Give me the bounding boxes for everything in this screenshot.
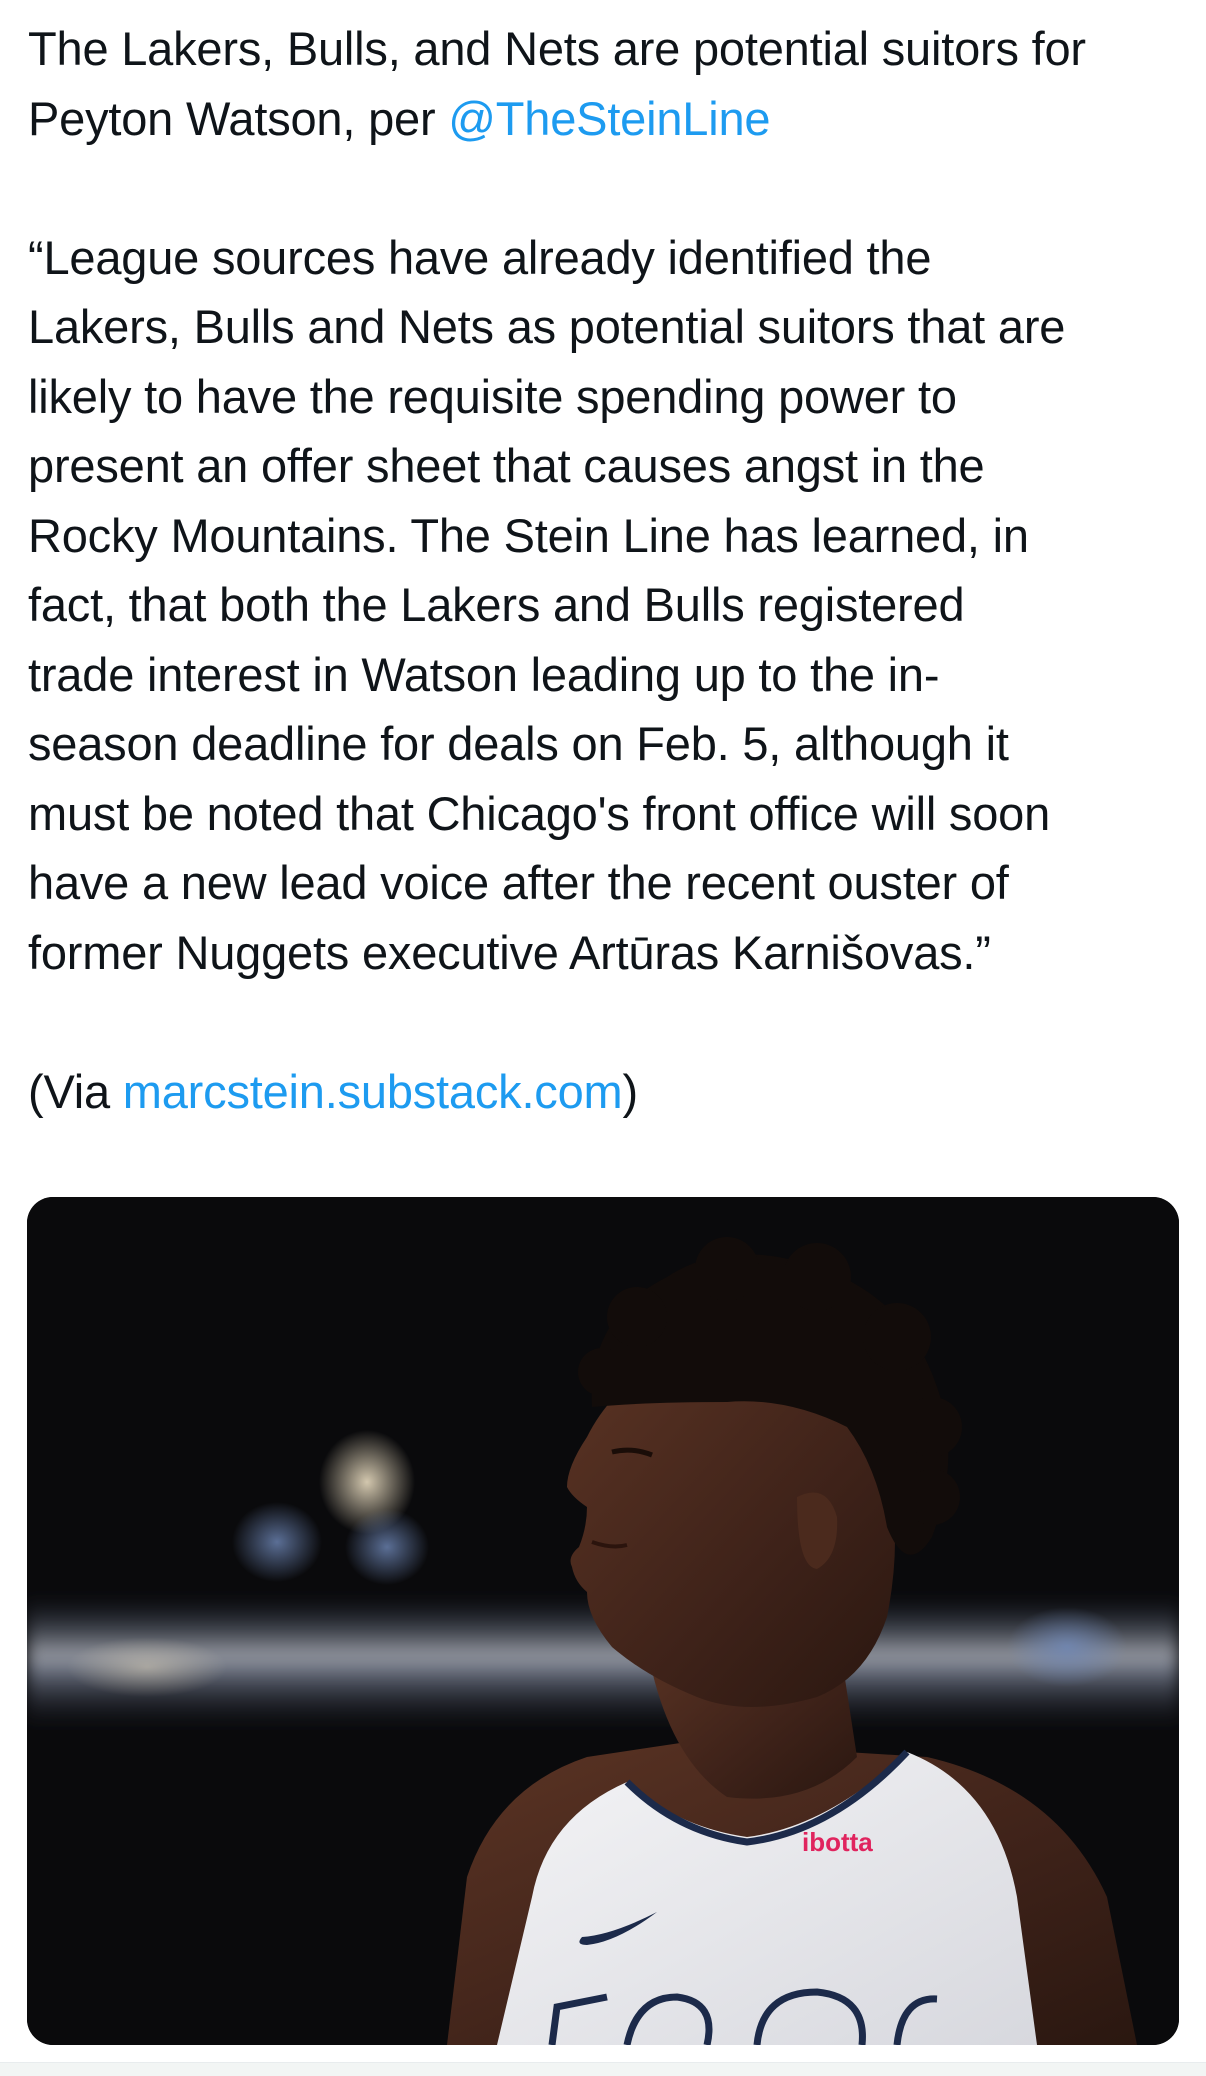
- quote-line: present an offer sheet that causes angst…: [28, 439, 985, 492]
- quote-line: fact, that both the Lakers and Bulls reg…: [28, 578, 965, 631]
- quote-line: “League sources have already identified …: [28, 230, 932, 284]
- player-photo: ibotta: [27, 1197, 1179, 2045]
- quote-line: Lakers, Bulls and Nets as potential suit…: [28, 300, 1066, 353]
- quote-line: have a new lead voice after the recent o…: [28, 856, 1009, 909]
- quote-line: Rocky Mountains. The Stein Line has lear…: [28, 508, 1029, 562]
- tweet-media-photo[interactable]: ibotta: [27, 1197, 1179, 2045]
- quote-line: likely to have the requisite spending po…: [28, 369, 957, 423]
- quote-line: season deadline for deals on Feb. 5, alt…: [28, 717, 1009, 770]
- quote-line: trade interest in Watson leading up to t…: [28, 647, 940, 701]
- next-section-edge: [0, 2062, 1206, 2076]
- via-prefix: (Via: [28, 1064, 123, 1118]
- via-suffix: ): [622, 1064, 639, 1118]
- via-link[interactable]: marcstein.substack.com: [123, 1065, 623, 1118]
- quote-line: former Nuggets executive Artūras Karnišo…: [28, 925, 991, 979]
- tweet-via: (Via marcstein.substack.com): [28, 1057, 1188, 1127]
- mention-link[interactable]: @TheSteinLine: [448, 92, 770, 145]
- jersey-sponsor: ibotta: [802, 1827, 873, 1857]
- quote-line: must be noted that Chicago's front offic…: [28, 786, 1051, 840]
- tweet-quote: “League sources have already identified …: [28, 223, 1188, 988]
- tweet-text: The Lakers, Bulls, and Nets are potentia…: [28, 14, 1188, 1126]
- tweet-headline: The Lakers, Bulls, and Nets are potentia…: [28, 14, 1188, 153]
